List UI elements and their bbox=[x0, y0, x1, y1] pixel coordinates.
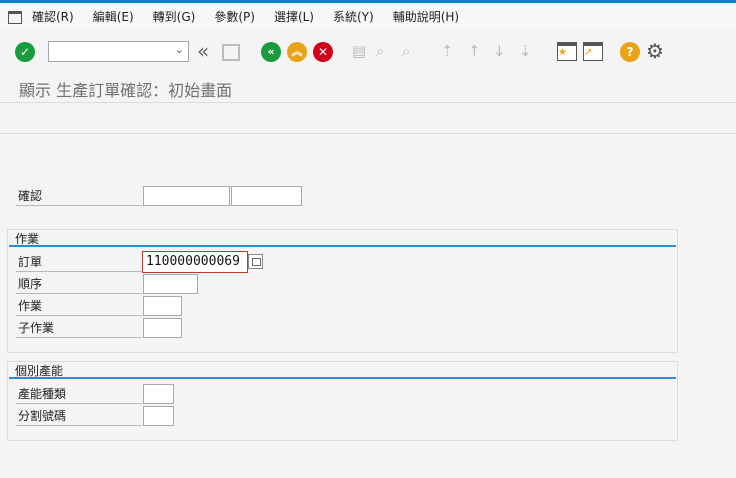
find-icon[interactable]: ⌕ bbox=[376, 42, 384, 60]
menu-selection[interactable]: 選擇(L) bbox=[274, 8, 314, 25]
find-next-icon[interactable]: ⌕ bbox=[402, 42, 410, 60]
back-icon[interactable]: « bbox=[261, 42, 281, 62]
capacity-group-divider bbox=[9, 377, 676, 379]
customize-layout-icon[interactable]: ⚙ bbox=[646, 39, 664, 63]
page-title: 顯示 生產訂單確認：初始畫面 bbox=[19, 81, 233, 100]
operation-group-divider bbox=[9, 245, 676, 247]
previous-page-icon[interactable]: ↑ bbox=[468, 42, 481, 60]
menu-edit[interactable]: 編輯(E) bbox=[93, 8, 134, 25]
menu-settings[interactable]: 參數(P) bbox=[214, 8, 255, 25]
last-page-icon[interactable]: ⇣ bbox=[519, 42, 532, 60]
system-menu-icon[interactable] bbox=[8, 10, 22, 24]
split-number-input[interactable] bbox=[143, 406, 174, 426]
menu-confirmation[interactable]: 確認(R) bbox=[32, 8, 74, 25]
next-page-icon[interactable]: ↓ bbox=[493, 42, 506, 60]
menu-help[interactable]: 輔助說明(H) bbox=[393, 8, 459, 25]
enter-check-icon[interactable]: ✓ bbox=[15, 42, 35, 62]
menu-goto[interactable]: 轉到(G) bbox=[153, 8, 196, 25]
create-shortcut-icon[interactable]: ↗ bbox=[583, 42, 603, 61]
confirmation-input[interactable] bbox=[143, 186, 230, 206]
create-session-icon[interactable]: ★ bbox=[557, 42, 577, 61]
sequence-label: 順序 bbox=[16, 274, 142, 294]
confirmation-counter-input[interactable] bbox=[231, 186, 302, 206]
command-field[interactable]: ⌄ bbox=[48, 41, 189, 62]
sub-activity-label: 子作業 bbox=[16, 318, 142, 338]
menu-bar: 確認(R) 編輯(E) 轉到(G) 參數(P) 選擇(L) 系統(Y) 輔助說明… bbox=[0, 3, 736, 29]
capacity-category-input[interactable] bbox=[143, 384, 174, 404]
cancel-icon[interactable]: ✕ bbox=[313, 42, 333, 62]
order-label: 訂單 bbox=[16, 252, 142, 272]
activity-input[interactable] bbox=[143, 296, 182, 316]
standard-toolbar: ✓ ⌄ « « ︽ ✕ ▤ ⌕ ⌕ ⇡ ↑ ↓ ⇣ ★ ↗ ? ⚙ bbox=[0, 29, 736, 73]
activity-label: 作業 bbox=[16, 296, 142, 316]
value-help-icon[interactable] bbox=[248, 254, 263, 269]
menu-system[interactable]: 系統(Y) bbox=[333, 8, 374, 25]
confirmation-label: 確認 bbox=[16, 186, 142, 206]
exit-icon[interactable]: ︽ bbox=[287, 42, 307, 62]
double-chevron-left-icon[interactable]: « bbox=[197, 39, 209, 63]
print-icon[interactable]: ▤ bbox=[352, 42, 366, 60]
split-number-label: 分割號碼 bbox=[16, 406, 142, 426]
chevron-down-icon[interactable]: ⌄ bbox=[175, 43, 184, 56]
save-icon[interactable] bbox=[222, 44, 240, 61]
sub-activity-input[interactable] bbox=[143, 318, 182, 338]
order-input[interactable]: 110000000069 bbox=[142, 251, 248, 273]
capacity-category-label: 產能種類 bbox=[16, 384, 142, 404]
first-page-icon[interactable]: ⇡ bbox=[441, 42, 454, 60]
help-icon[interactable]: ? bbox=[620, 42, 640, 62]
title-bar: 顯示 生產訂單確認：初始畫面 bbox=[0, 73, 736, 102]
application-toolbar bbox=[0, 102, 736, 134]
sequence-input[interactable] bbox=[143, 274, 198, 294]
